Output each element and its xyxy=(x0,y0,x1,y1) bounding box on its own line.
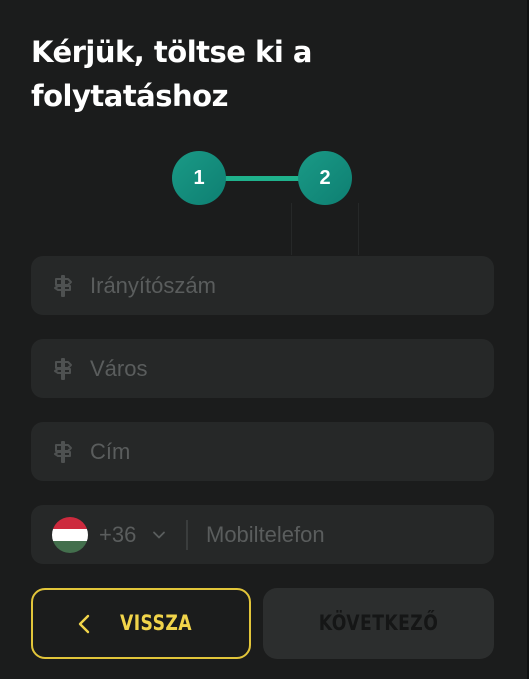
signpost-icon xyxy=(54,441,72,463)
signpost-icon xyxy=(54,358,72,380)
stepper-shadow-left xyxy=(291,203,292,255)
next-button-label: KÖVETKEZŐ xyxy=(318,611,439,635)
stepper-connector xyxy=(224,176,300,181)
step-2-indicator: 2 xyxy=(298,151,352,205)
chevron-left-icon xyxy=(78,614,90,634)
chevron-down-icon[interactable] xyxy=(152,528,166,542)
page-title: Kérjük, töltse ki a folytatáshoz xyxy=(31,35,312,113)
phone-input[interactable] xyxy=(206,505,476,564)
city-field[interactable] xyxy=(31,339,494,398)
phone-field[interactable]: +36 xyxy=(31,505,494,564)
back-button[interactable]: VISSZA xyxy=(31,588,251,659)
phone-divider xyxy=(186,520,188,550)
step-1-indicator: 1 xyxy=(172,151,226,205)
stepper-shadow-right xyxy=(358,203,359,255)
progress-stepper: 1 2 xyxy=(172,151,352,205)
zip-field[interactable] xyxy=(31,256,494,315)
country-code[interactable]: +36 xyxy=(99,505,136,564)
address-input[interactable] xyxy=(90,422,470,481)
hungary-flag-icon[interactable] xyxy=(52,517,88,553)
back-button-label: VISSZA xyxy=(120,611,193,635)
address-field[interactable] xyxy=(31,422,494,481)
registration-panel: Kérjük, töltse ki a folytatáshoz 1 2 Irá… xyxy=(0,0,529,679)
signpost-icon xyxy=(54,275,72,297)
next-button[interactable]: KÖVETKEZŐ xyxy=(263,588,494,659)
zip-input[interactable] xyxy=(90,256,470,315)
city-input[interactable] xyxy=(90,339,470,398)
